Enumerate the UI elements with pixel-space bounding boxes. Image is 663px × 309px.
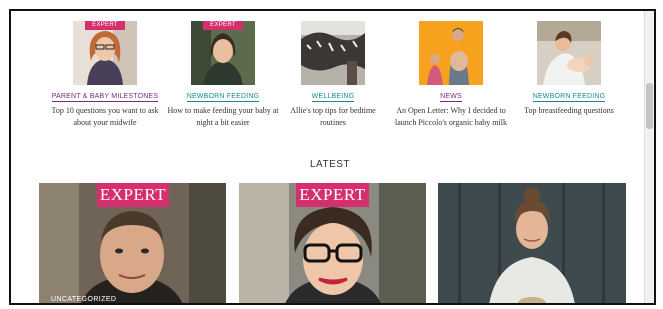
article-title[interactable]: Top breastfeeding questions xyxy=(513,105,625,117)
article-title[interactable]: Top 10 questions you want to ask about y… xyxy=(49,105,161,129)
latest-article-card[interactable]: EXPERT UNCATEGORIZED xyxy=(39,183,226,303)
category-link[interactable]: WELLBEING xyxy=(311,93,355,102)
scrollbar-thumb[interactable] xyxy=(646,83,653,129)
article-thumbnail[interactable] xyxy=(419,21,483,85)
article-card[interactable]: NEWS An Open Letter: Why I decided to la… xyxy=(395,21,507,129)
category-link[interactable]: NEWBORN FEEDING xyxy=(186,93,260,102)
expert-badge: EXPERT xyxy=(203,21,243,30)
article-card[interactable]: EXPERT NEWBORN FEEDING How to make feedi… xyxy=(167,21,279,129)
article-card[interactable]: WELLBEING Allie's top tips for bedtime r… xyxy=(277,21,389,129)
latest-article-card[interactable] xyxy=(438,183,626,305)
expert-badge: EXPERT xyxy=(85,21,125,30)
article-thumbnail[interactable]: EXPERT xyxy=(191,21,255,85)
latest-article-card[interactable]: EXPERT xyxy=(239,183,426,303)
latest-heading: LATEST xyxy=(309,159,351,170)
article-card[interactable]: NEWBORN FEEDING Top breastfeeding questi… xyxy=(513,21,625,117)
article-thumbnail[interactable] xyxy=(301,21,365,85)
latest-article-image[interactable] xyxy=(438,183,626,305)
expert-badge: EXPERT xyxy=(296,183,369,207)
article-card[interactable]: EXPERT PARENT & BABY MILESTONES Top 10 q… xyxy=(49,21,161,129)
article-thumbnail[interactable] xyxy=(537,21,601,85)
vertical-scrollbar[interactable] xyxy=(644,11,654,303)
article-thumbnail[interactable]: EXPERT xyxy=(73,21,137,85)
article-title[interactable]: Allie's top tips for bedtime routines xyxy=(277,105,389,129)
category-link[interactable]: PARENT & BABY MILESTONES xyxy=(51,93,159,102)
category-link[interactable]: NEWS xyxy=(440,93,462,102)
expert-badge: EXPERT xyxy=(97,183,169,207)
article-title[interactable]: How to make feeding your baby at night a… xyxy=(167,105,279,129)
category-label[interactable]: UNCATEGORIZED xyxy=(51,296,116,303)
category-link[interactable]: NEWBORN FEEDING xyxy=(532,93,606,102)
page-frame: EXPERT PARENT & BABY MILESTONES Top 10 q… xyxy=(9,9,656,305)
article-title[interactable]: An Open Letter: Why I decided to launch … xyxy=(395,105,507,129)
